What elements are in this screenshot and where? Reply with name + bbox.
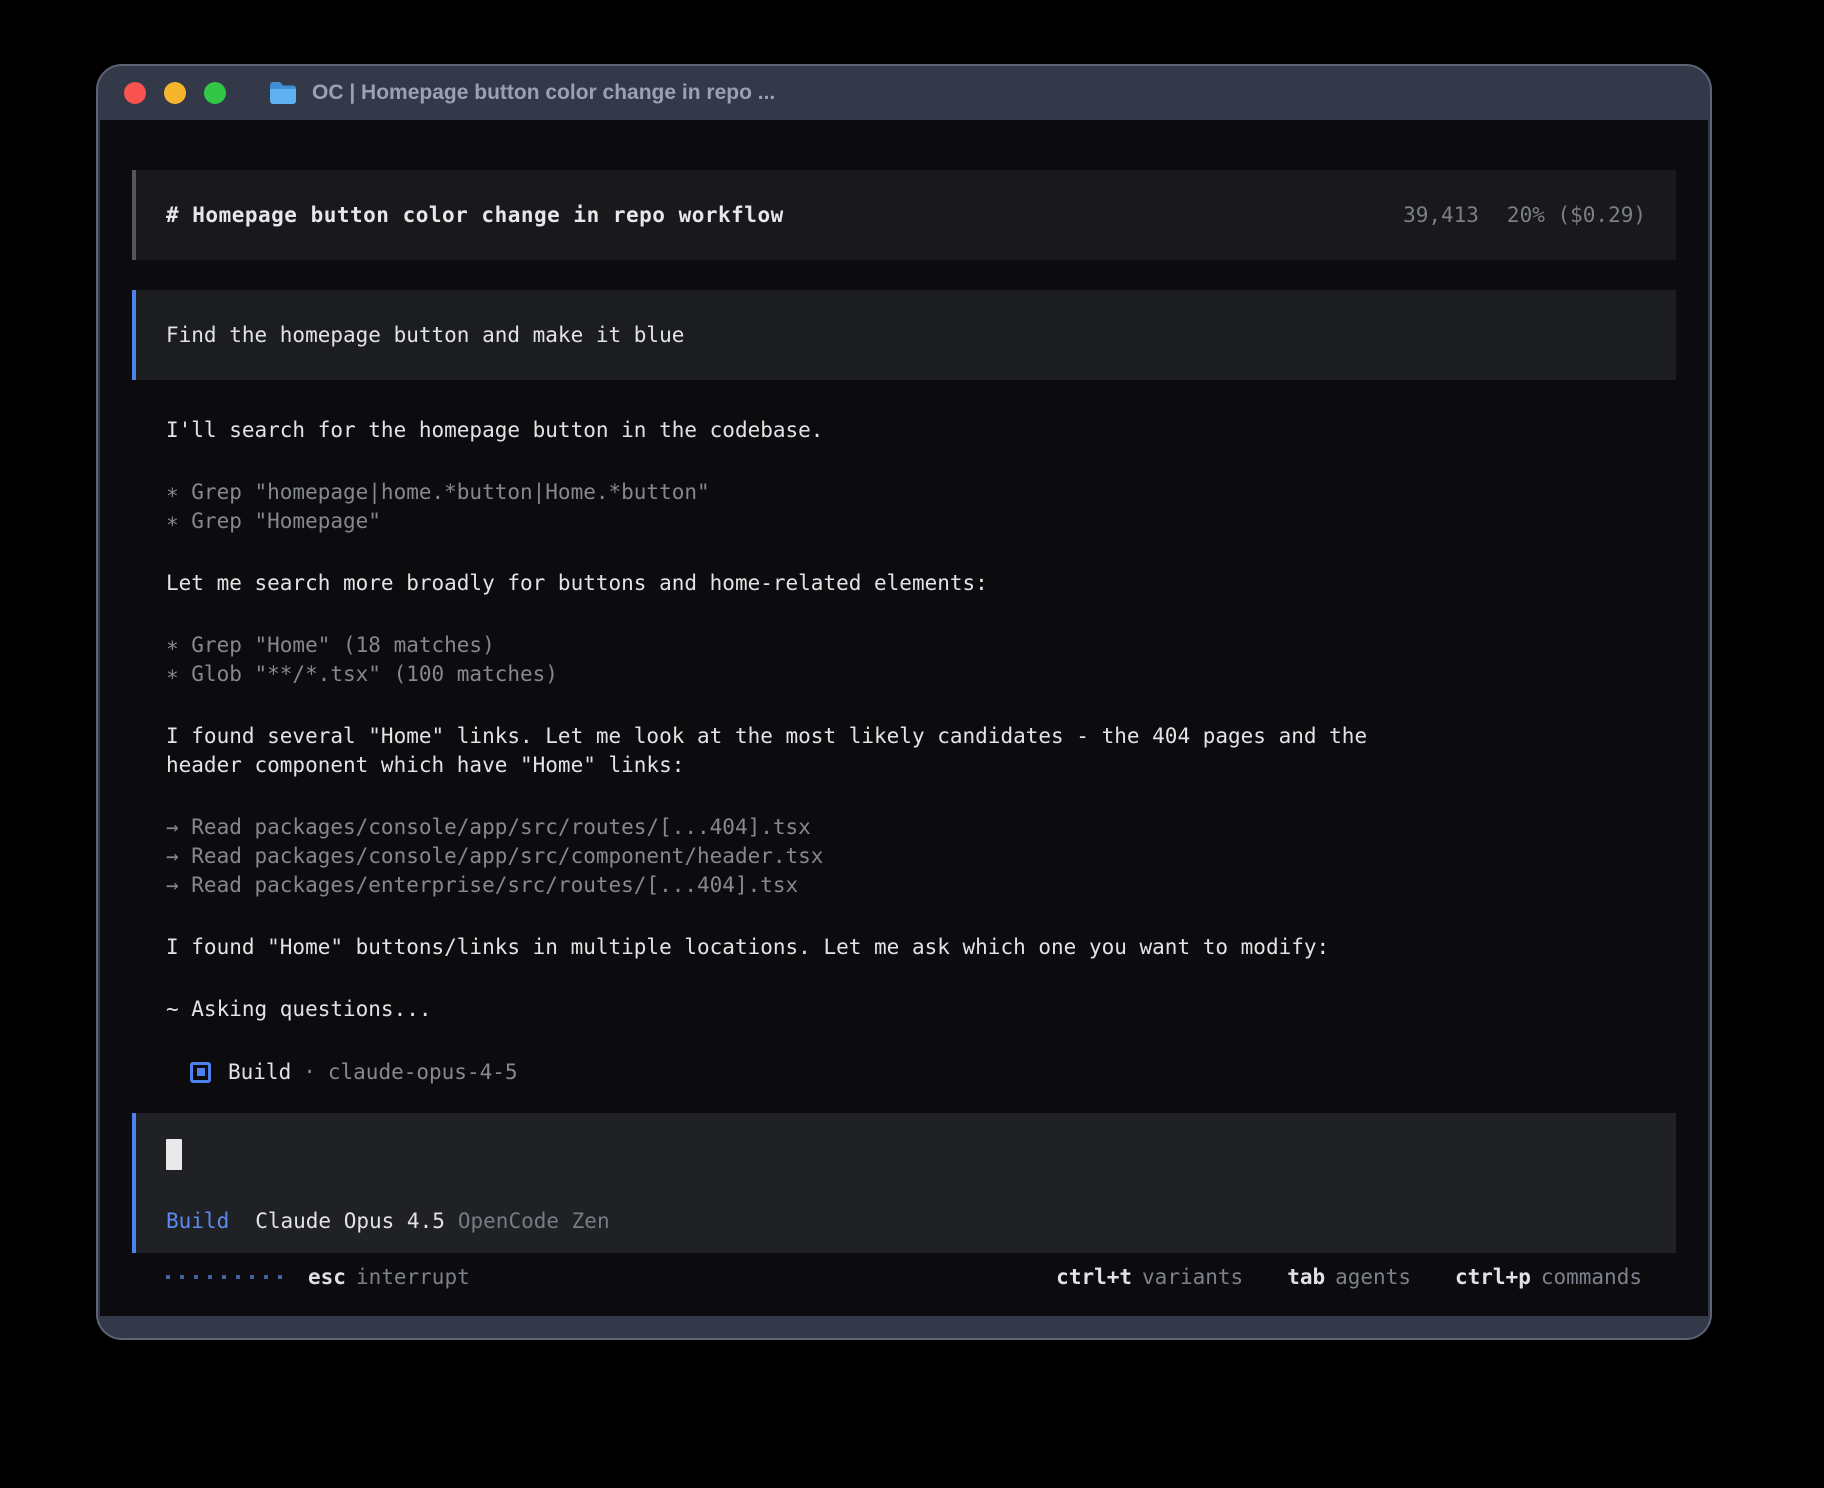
- shortcut-variants: ctrl+t variants: [1056, 1265, 1243, 1289]
- assistant-text-block: I found several "Home" links. Let me loo…: [166, 722, 1642, 780]
- key-ctrl-p-label: commands: [1541, 1265, 1642, 1289]
- key-tab-label: agents: [1335, 1265, 1411, 1289]
- prompt-input[interactable]: Build Claude Opus 4.5 OpenCode Zen: [132, 1113, 1676, 1253]
- transcript-line: I found "Home" buttons/links in multiple…: [166, 933, 1642, 962]
- statusbar: esc interrupt ctrl+t variants tab agents…: [132, 1262, 1676, 1292]
- tool-call-line: → Read packages/enterprise/src/routes/[.…: [166, 871, 1642, 900]
- composer-meta: Build Claude Opus 4.5 OpenCode Zen: [166, 1209, 1646, 1233]
- separator-dot: ·: [303, 1060, 316, 1084]
- tool-call-line: ∗ Grep "homepage|home.*button|Home.*butt…: [166, 478, 1642, 507]
- transcript-line: header component which have "Home" links…: [166, 751, 1642, 780]
- terminal-window: OC | Homepage button color change in rep…: [96, 64, 1712, 1340]
- transcript-line: ~ Asking questions...: [166, 995, 1642, 1024]
- statusbar-right: ctrl+t variants tab agents ctrl+p comman…: [1056, 1265, 1642, 1289]
- assistant-text-block: Let me search more broadly for buttons a…: [166, 569, 1642, 598]
- agent-status-row: Build · claude-opus-4-5: [156, 1057, 1676, 1087]
- assistant-text-block: I found "Home" buttons/links in multiple…: [166, 933, 1642, 962]
- activity-spinner-dots: [166, 1275, 282, 1279]
- tool-call-line: ∗ Grep "Homepage": [166, 507, 1642, 536]
- composer-model[interactable]: Claude Opus 4.5: [255, 1209, 445, 1233]
- key-tab: tab: [1287, 1265, 1325, 1289]
- tool-call-block: ∗ Grep "Home" (18 matches) ∗ Glob "**/*.…: [166, 631, 1642, 689]
- session-stats: 39,413 20% ($0.29): [1403, 203, 1646, 227]
- titlebar[interactable]: OC | Homepage button color change in rep…: [98, 66, 1710, 120]
- minimize-button[interactable]: [164, 82, 186, 104]
- title-group: OC | Homepage button color change in rep…: [268, 80, 775, 106]
- user-message-text: Find the homepage button and make it blu…: [166, 323, 684, 347]
- key-esc-label: interrupt: [356, 1265, 470, 1289]
- session-title: # Homepage button color change in repo w…: [166, 203, 784, 227]
- composer-provider: OpenCode Zen: [458, 1209, 610, 1233]
- statusbar-left: esc interrupt: [166, 1265, 470, 1289]
- terminal-content: # Homepage button color change in repo w…: [100, 120, 1708, 1316]
- tool-call-line: → Read packages/console/app/src/componen…: [166, 842, 1642, 871]
- tool-call-line: ∗ Glob "**/*.tsx" (100 matches): [166, 660, 1642, 689]
- text-cursor: [166, 1139, 182, 1170]
- folder-icon: [268, 80, 298, 106]
- tool-call-block: ∗ Grep "homepage|home.*button|Home.*butt…: [166, 478, 1642, 536]
- window-title: OC | Homepage button color change in rep…: [312, 81, 775, 105]
- user-message: Find the homepage button and make it blu…: [132, 290, 1676, 380]
- close-button[interactable]: [124, 82, 146, 104]
- shortcut-commands: ctrl+p commands: [1455, 1265, 1642, 1289]
- agent-model: claude-opus-4-5: [328, 1060, 518, 1084]
- key-ctrl-t: ctrl+t: [1056, 1265, 1132, 1289]
- tool-call-line: → Read packages/console/app/src/routes/[…: [166, 813, 1642, 842]
- build-agent-icon: [190, 1062, 211, 1083]
- key-esc: esc: [308, 1265, 346, 1289]
- token-count: 39,413: [1403, 203, 1479, 227]
- traffic-lights: [124, 82, 226, 104]
- key-ctrl-t-label: variants: [1142, 1265, 1243, 1289]
- agent-name: Build: [228, 1060, 291, 1084]
- composer-mode[interactable]: Build: [166, 1209, 229, 1233]
- shortcut-agents: tab agents: [1287, 1265, 1411, 1289]
- tool-call-block: → Read packages/console/app/src/routes/[…: [166, 813, 1642, 900]
- assistant-status-block: ~ Asking questions...: [166, 995, 1642, 1024]
- transcript-line: I'll search for the homepage button in t…: [166, 416, 1642, 445]
- session-header: # Homepage button color change in repo w…: [132, 170, 1676, 260]
- shortcut-interrupt: esc interrupt: [308, 1265, 470, 1289]
- transcript-line: I found several "Home" links. Let me loo…: [166, 722, 1642, 751]
- assistant-text-block: I'll search for the homepage button in t…: [166, 416, 1642, 445]
- transcript-line: Let me search more broadly for buttons a…: [166, 569, 1642, 598]
- key-ctrl-p: ctrl+p: [1455, 1265, 1531, 1289]
- context-cost: 20% ($0.29): [1507, 203, 1646, 227]
- maximize-button[interactable]: [204, 82, 226, 104]
- assistant-transcript: I'll search for the homepage button in t…: [132, 416, 1676, 1057]
- tool-call-line: ∗ Grep "Home" (18 matches): [166, 631, 1642, 660]
